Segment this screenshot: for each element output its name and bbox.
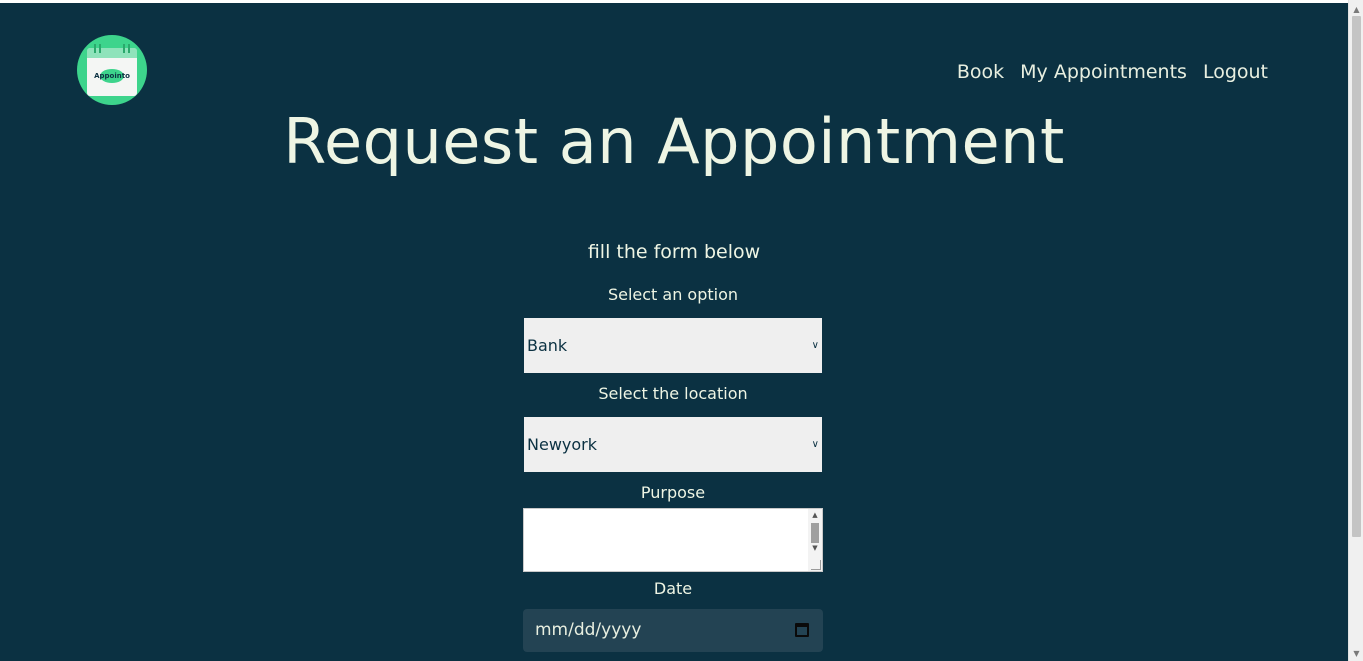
scroll-up-icon[interactable]: ▲	[808, 511, 822, 519]
page-title: Request an Appointment	[283, 105, 1065, 178]
top-nav: Book My Appointments Logout	[957, 61, 1268, 83]
location-label: Select the location	[598, 384, 748, 403]
page-subtitle: fill the form below	[587, 241, 761, 263]
scroll-down-icon[interactable]: ▼	[1349, 647, 1363, 661]
calendar-picker-icon[interactable]	[795, 623, 809, 637]
calendar-icon: Appointo	[87, 44, 137, 96]
logo-text: Appointo	[94, 72, 130, 80]
scrollbar-thumb[interactable]	[1352, 16, 1361, 537]
appointment-form: Select an option Bank ∨ Select the locat…	[523, 284, 823, 652]
purpose-label: Purpose	[640, 483, 706, 502]
nav-logout-link[interactable]: Logout	[1203, 61, 1268, 83]
location-select[interactable]: Newyork ∨	[523, 416, 823, 473]
nav-book-link[interactable]: Book	[957, 61, 1004, 83]
purpose-textarea[interactable]: ▲ ▼	[523, 508, 823, 572]
location-select-value: Newyork	[527, 435, 597, 454]
date-placeholder: mm/dd/yyyy	[535, 620, 642, 640]
option-label: Select an option	[607, 285, 739, 304]
nav-my-appointments-link[interactable]: My Appointments	[1020, 61, 1187, 83]
option-select-value: Bank	[527, 336, 568, 355]
option-select[interactable]: Bank ∨	[523, 317, 823, 374]
appointo-logo[interactable]: Appointo	[77, 35, 147, 105]
page: Appointo Book My Appointments Logout Req…	[0, 3, 1348, 661]
chevron-down-icon: ∨	[811, 340, 819, 351]
chevron-down-icon: ∨	[811, 439, 819, 450]
resize-handle-icon[interactable]	[811, 560, 821, 570]
date-input[interactable]: mm/dd/yyyy	[523, 609, 823, 652]
scroll-down-icon[interactable]: ▼	[808, 544, 822, 552]
date-label: Date	[653, 579, 693, 598]
scroll-up-icon[interactable]: ▲	[1349, 3, 1363, 17]
page-scrollbar[interactable]: ▲ ▼	[1348, 0, 1363, 661]
